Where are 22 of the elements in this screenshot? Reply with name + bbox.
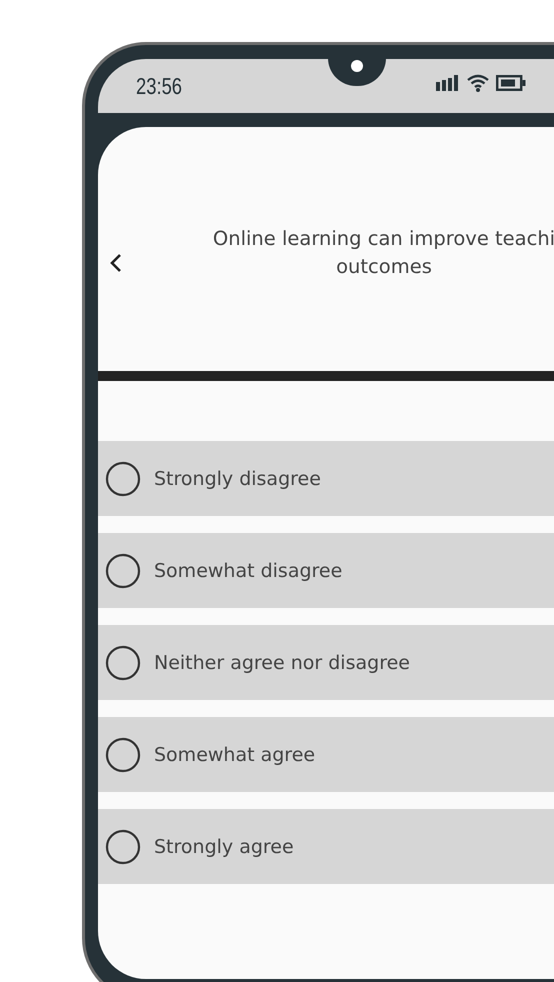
- option-item[interactable]: Strongly agree: [98, 809, 554, 884]
- option-item[interactable]: Neither agree nor disagree: [98, 625, 554, 700]
- radio-icon[interactable]: [105, 828, 141, 864]
- radio-icon[interactable]: [105, 552, 141, 588]
- option-item[interactable]: Strongly disagree: [98, 441, 554, 516]
- option-label: Somewhat agree: [154, 744, 316, 766]
- option-item[interactable]: Somewhat agree: [98, 717, 554, 792]
- option-item[interactable]: Somewhat disagree: [98, 533, 554, 608]
- wifi-icon: [466, 74, 490, 92]
- question-title: Online learning can improve teachi outcomes: [212, 226, 554, 280]
- radio-icon[interactable]: [105, 644, 141, 680]
- signal-icon: [436, 75, 460, 91]
- camera-icon: [351, 60, 363, 72]
- option-label: Neither agree nor disagree: [154, 652, 410, 674]
- status-time: 23:56: [136, 72, 182, 100]
- radio-icon[interactable]: [105, 460, 141, 496]
- radio-icon[interactable]: [105, 736, 141, 772]
- option-label: Strongly agree: [154, 836, 294, 858]
- back-button[interactable]: [110, 252, 124, 274]
- battery-icon: [496, 75, 526, 91]
- option-label: Somewhat disagree: [154, 560, 342, 582]
- option-label: Strongly disagree: [154, 468, 321, 490]
